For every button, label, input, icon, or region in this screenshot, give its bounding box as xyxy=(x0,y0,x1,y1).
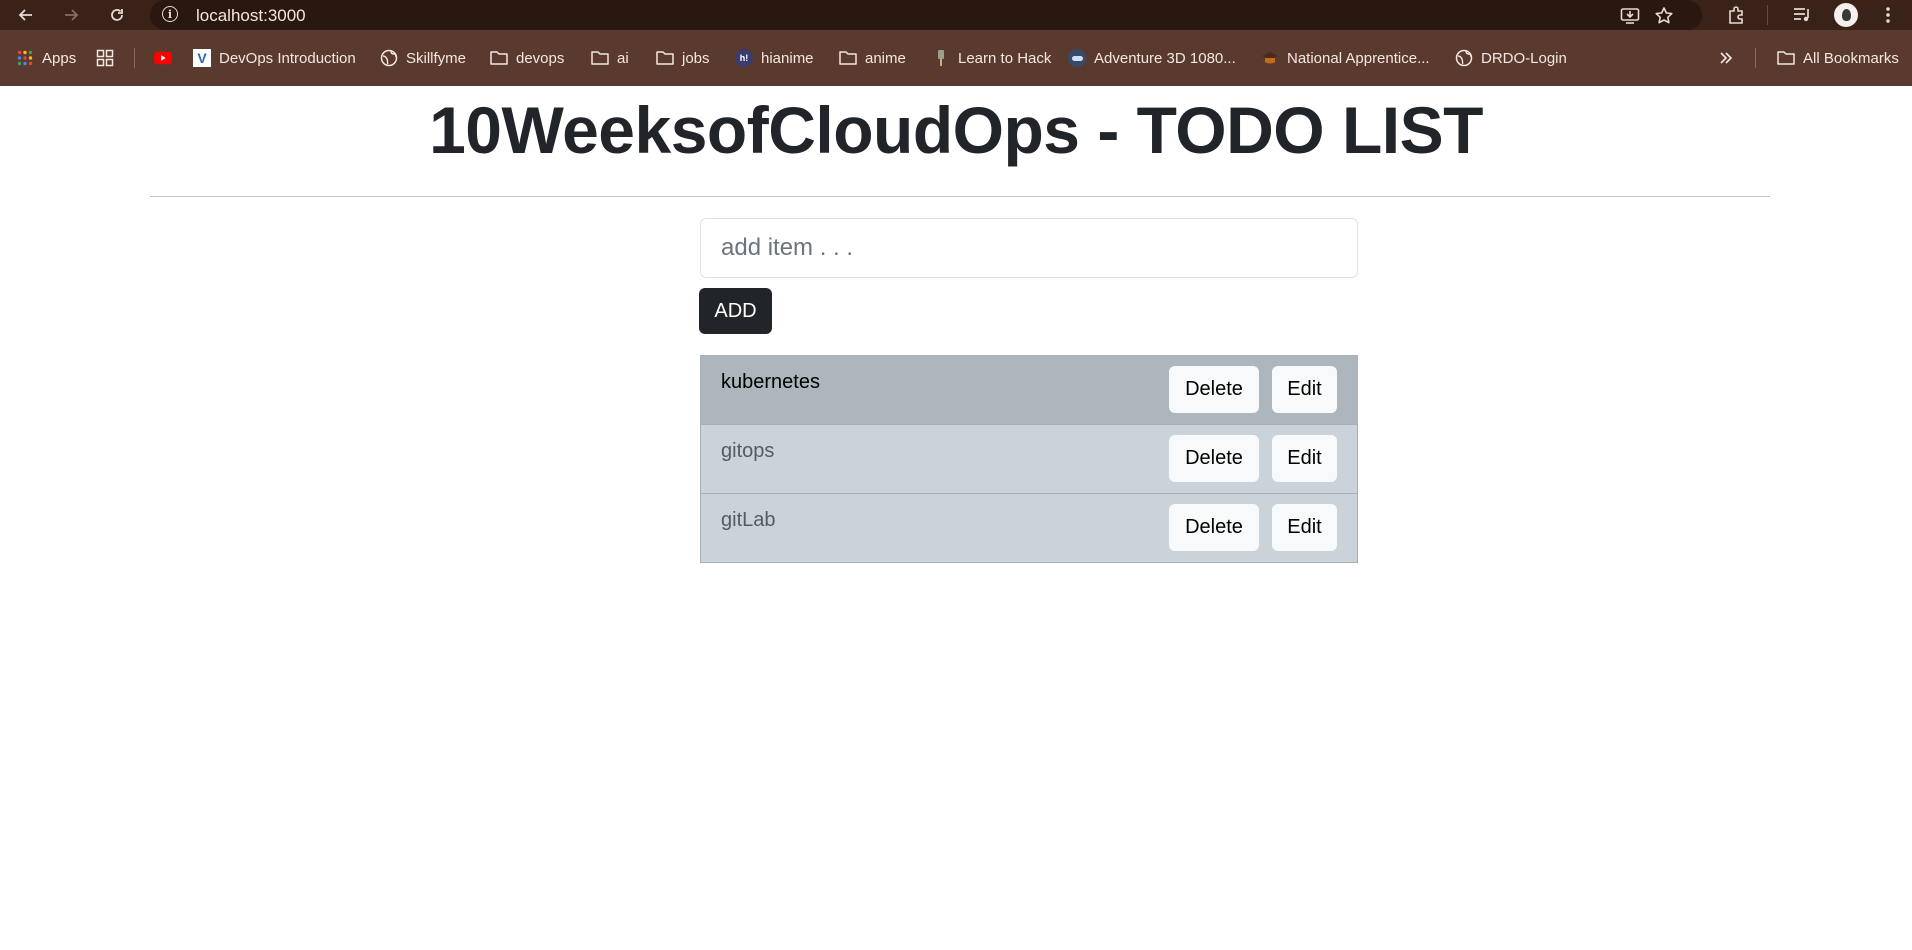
bookmark-divider xyxy=(1755,48,1756,68)
bookmark-devops-introduction[interactable]: V DevOps Introduction xyxy=(193,47,356,69)
bookmark-drdo-login[interactable]: DRDO-Login xyxy=(1455,47,1567,69)
back-button[interactable] xyxy=(14,3,38,27)
bookmark-label: devops xyxy=(516,49,565,67)
media-controls-icon[interactable] xyxy=(1790,3,1814,27)
folder-icon xyxy=(839,49,857,67)
bookmark-folder-anime[interactable]: anime xyxy=(839,47,906,69)
folder-icon xyxy=(490,49,508,67)
bookmark-adventure-3d[interactable]: Adventure 3D 1080... xyxy=(1068,47,1236,69)
youtube-icon xyxy=(154,49,172,67)
bookmark-label: National Apprentice... xyxy=(1287,49,1430,67)
bookmark-label: Adventure 3D 1080... xyxy=(1094,49,1236,67)
bookmark-folder-ai[interactable]: ai xyxy=(591,47,629,69)
add-button[interactable]: ADD xyxy=(699,288,772,334)
bookmark-divider xyxy=(134,48,135,68)
page-title: 10WeeksofCloudOps - TODO LIST xyxy=(429,93,1483,167)
bookmark-label: Apps xyxy=(42,49,77,67)
browser-toolbar: i localhost:3000 xyxy=(0,0,1912,30)
bookmark-label: DevOps Introduction xyxy=(219,49,356,67)
forward-button[interactable] xyxy=(59,3,83,27)
more-bookmarks-button[interactable] xyxy=(1717,47,1735,69)
apprentice-icon xyxy=(1261,49,1279,67)
todo-item-text: gitLab xyxy=(721,509,776,531)
bookmark-apps[interactable]: Apps xyxy=(16,47,76,69)
bookmark-label: DRDO-Login xyxy=(1481,49,1567,67)
bookmark-label: Learn to Hack xyxy=(958,49,1052,67)
install-app-icon[interactable] xyxy=(1618,4,1642,28)
address-bar[interactable]: i localhost:3000 xyxy=(150,0,1702,30)
reload-button[interactable] xyxy=(105,3,129,27)
hack-icon xyxy=(932,49,950,67)
bookmark-label: Skillfyme xyxy=(406,49,467,67)
bookmarks-bar: Apps V DevOps Introduction Skillfyme dev… xyxy=(0,30,1912,86)
todo-item-text: kubernetes xyxy=(721,371,820,393)
all-bookmarks-button[interactable]: All Bookmarks xyxy=(1777,47,1899,69)
chevron-double-right-icon xyxy=(1717,49,1735,67)
address-url[interactable]: localhost:3000 xyxy=(196,6,306,26)
reload-icon xyxy=(111,9,123,21)
bookmark-national-apprentice[interactable]: National Apprentice... xyxy=(1261,47,1430,69)
bookmark-youtube[interactable] xyxy=(154,47,172,69)
delete-button[interactable]: Delete xyxy=(1169,504,1259,551)
forward-arrow-icon xyxy=(65,9,79,21)
folder-icon xyxy=(656,49,674,67)
bookmark-label: jobs xyxy=(682,49,710,67)
v-logo-icon: V xyxy=(193,49,211,67)
globe-icon xyxy=(1455,49,1473,67)
delete-button[interactable]: Delete xyxy=(1169,435,1259,482)
hianime-icon: h! xyxy=(735,49,753,67)
bookmark-folder-devops[interactable]: devops xyxy=(490,47,564,69)
todo-item-text: gitops xyxy=(721,440,775,462)
todo-list: kubernetes Delete Edit gitops Delete Edi… xyxy=(700,355,1358,563)
add-item-input[interactable] xyxy=(700,218,1358,278)
todo-item[interactable]: gitLab Delete Edit xyxy=(701,493,1357,562)
bookmark-label: hianime xyxy=(761,49,814,67)
edit-button[interactable]: Edit xyxy=(1272,504,1337,551)
tab-groups-icon xyxy=(96,49,114,67)
bookmark-tab-groups[interactable] xyxy=(96,47,114,69)
bookmark-label: anime xyxy=(865,49,906,67)
back-arrow-icon xyxy=(18,9,32,21)
bookmark-hianime[interactable]: h! hianime xyxy=(735,47,814,69)
bookmark-label: All Bookmarks xyxy=(1803,49,1899,67)
delete-button[interactable]: Delete xyxy=(1169,366,1259,413)
adventure-icon xyxy=(1068,49,1086,67)
folder-icon xyxy=(1777,49,1795,67)
bookmark-learn-to-hack[interactable]: Learn to Hack xyxy=(932,47,1051,69)
edit-button[interactable]: Edit xyxy=(1272,366,1337,413)
bookmark-skillfyme[interactable]: Skillfyme xyxy=(380,47,466,69)
bookmark-label: ai xyxy=(617,49,629,67)
profile-avatar[interactable] xyxy=(1834,3,1858,27)
bookmark-folder-jobs[interactable]: jobs xyxy=(656,47,710,69)
globe-icon xyxy=(380,49,398,67)
todo-item[interactable]: gitops Delete Edit xyxy=(701,424,1357,493)
todo-item[interactable]: kubernetes Delete Edit xyxy=(701,356,1357,424)
folder-icon xyxy=(591,49,609,67)
title-divider xyxy=(150,196,1770,197)
toolbar-divider xyxy=(1767,5,1768,25)
apps-grid-icon xyxy=(16,49,34,67)
edit-button[interactable]: Edit xyxy=(1272,435,1337,482)
avatar-icon xyxy=(1834,3,1858,27)
extensions-icon[interactable] xyxy=(1724,3,1748,27)
chrome-menu-icon[interactable] xyxy=(1876,3,1900,27)
site-info-icon[interactable]: i xyxy=(162,6,178,22)
bookmark-star-icon[interactable] xyxy=(1652,4,1676,28)
